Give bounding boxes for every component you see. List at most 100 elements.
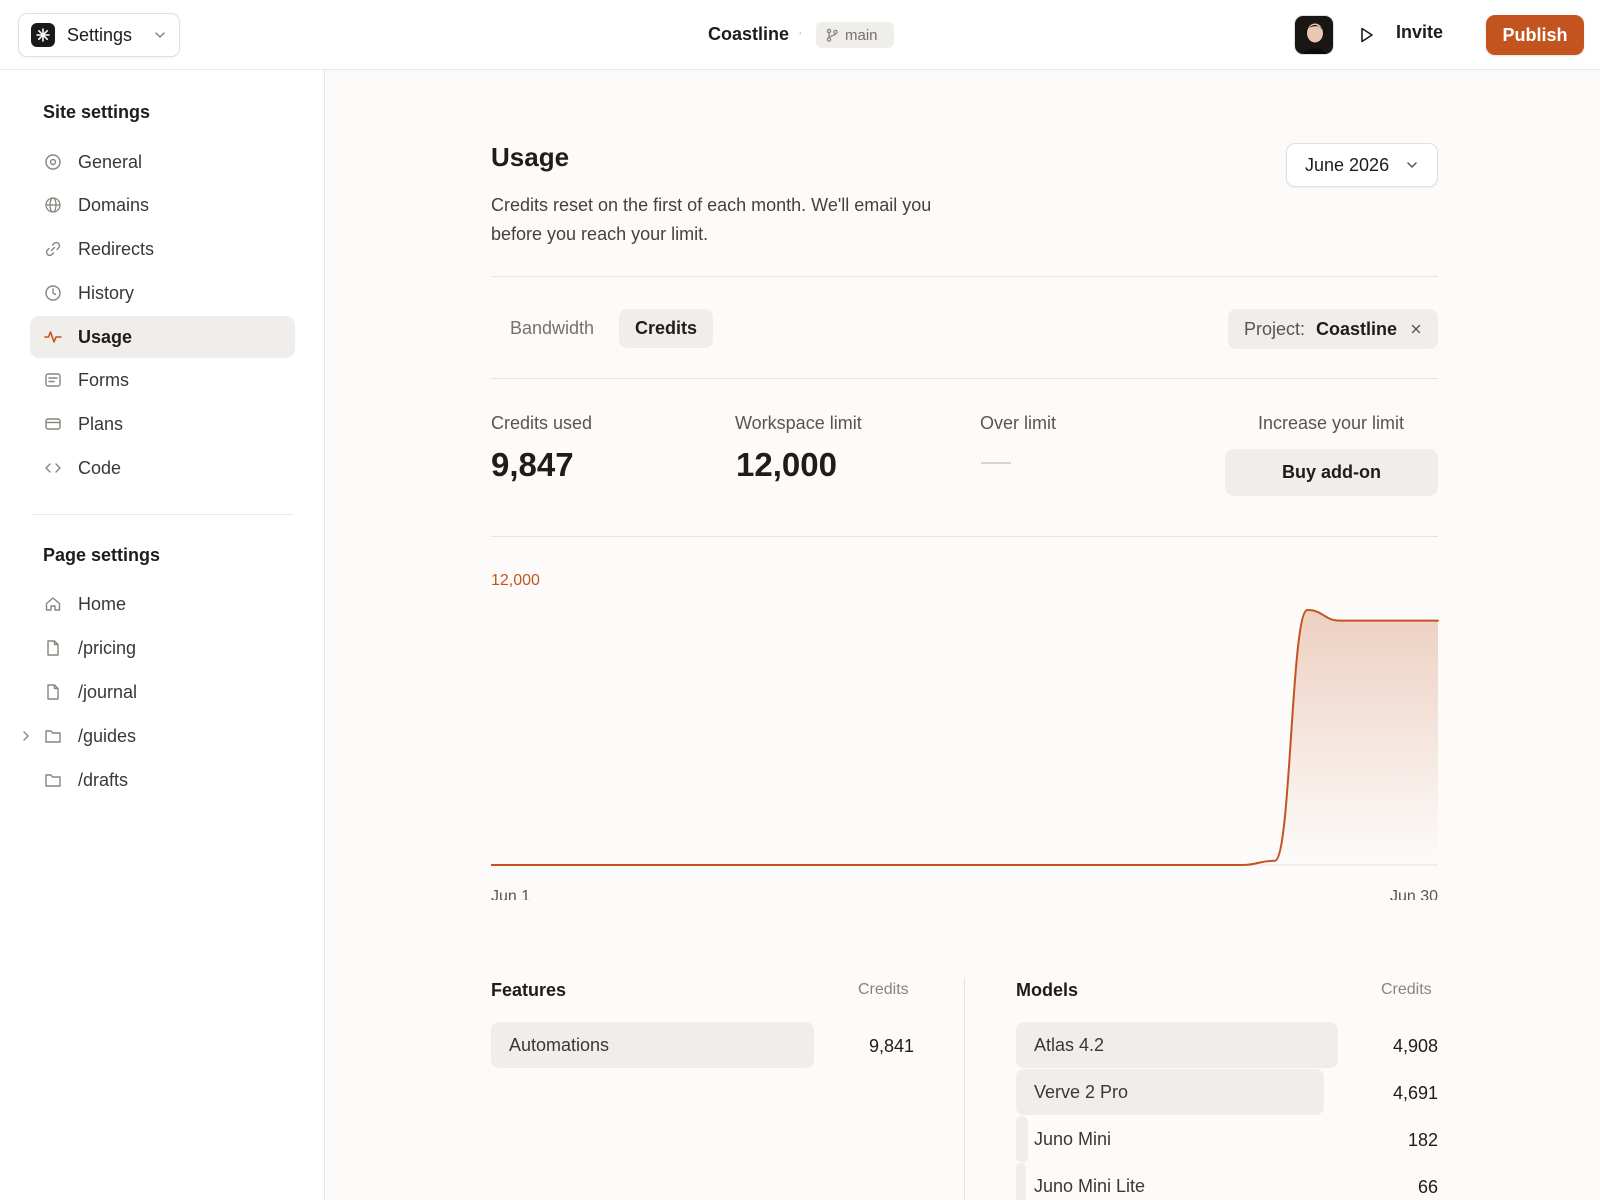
row-label: Juno Mini Lite bbox=[1034, 1176, 1146, 1196]
divider bbox=[491, 378, 1438, 379]
over-limit-empty-value bbox=[981, 462, 1011, 464]
sidebar-item-label: /journal bbox=[78, 681, 138, 702]
credits-used-value: 9,847 bbox=[491, 446, 574, 483]
publish-button[interactable]: Publish bbox=[1486, 15, 1584, 55]
home-icon bbox=[44, 595, 62, 613]
credits-chart: 12,000 Jun 1 Jun 30 bbox=[491, 560, 1439, 900]
month-select[interactable]: June 2026 bbox=[1286, 143, 1438, 187]
tab-credits[interactable]: Credits bbox=[619, 309, 713, 348]
sidebar-page-guides[interactable]: /guides bbox=[30, 715, 295, 757]
credits-chart-svg: 12,000 Jun 1 Jun 30 bbox=[491, 572, 1439, 900]
sidebar-page-journal[interactable]: /journal bbox=[30, 671, 295, 713]
tab-bandwidth[interactable]: Bandwidth bbox=[491, 309, 613, 348]
chevron-down-icon bbox=[1407, 162, 1417, 168]
column-divider bbox=[964, 978, 965, 1200]
link-icon bbox=[44, 240, 62, 258]
table-row[interactable]: Juno Mini bbox=[1016, 1116, 1338, 1162]
file-icon bbox=[44, 683, 62, 701]
sidebar-item-history[interactable]: History bbox=[30, 272, 295, 314]
table-row[interactable]: Automations bbox=[491, 1022, 814, 1068]
row-label: Atlas 4.2 bbox=[1034, 1035, 1105, 1055]
sidebar-page-drafts[interactable]: /drafts bbox=[30, 759, 295, 801]
sidebar-item-label: /drafts bbox=[78, 769, 129, 790]
page-settings-heading: Page settings bbox=[43, 545, 161, 565]
month-select-value: June 2026 bbox=[1305, 154, 1390, 175]
sidebar-item-domains[interactable]: Domains bbox=[30, 184, 295, 226]
sidebar-item-label: History bbox=[78, 282, 135, 303]
row-value: 66 bbox=[1417, 1177, 1438, 1197]
row-value: 9,841 bbox=[868, 1036, 914, 1056]
row-value: 4,691 bbox=[1392, 1083, 1438, 1103]
avatar[interactable] bbox=[1294, 15, 1334, 55]
workspace-limit-label: Workspace limit bbox=[735, 413, 862, 433]
top-bar: Settings Coastline · main Invite Publish bbox=[0, 0, 1600, 70]
credits-used-label: Credits used bbox=[491, 413, 593, 433]
sidebar-item-general[interactable]: General bbox=[30, 141, 295, 183]
globe-icon bbox=[44, 196, 62, 214]
sidebar-item-redirects[interactable]: Redirects bbox=[30, 228, 295, 270]
code-icon bbox=[44, 459, 62, 477]
sidebar-item-usage[interactable]: Usage bbox=[30, 316, 295, 358]
table-row[interactable]: Atlas 4.2 bbox=[1016, 1022, 1338, 1068]
row-label: Verve 2 Pro bbox=[1034, 1082, 1129, 1102]
sidebar-item-label: Redirects bbox=[78, 238, 155, 259]
branch-name: main bbox=[845, 26, 878, 44]
project-filter-chip[interactable]: Project: Coastline bbox=[1228, 309, 1438, 349]
sidebar-page-pricing[interactable]: /pricing bbox=[30, 627, 295, 669]
usage-share-bar bbox=[1016, 1116, 1028, 1162]
card-icon bbox=[44, 415, 62, 433]
project-filter-value: Coastline bbox=[1316, 318, 1398, 339]
divider bbox=[491, 536, 1438, 537]
table-row[interactable]: Verve 2 Pro bbox=[1016, 1069, 1338, 1115]
sidebar: Site settings General Domains Redirects … bbox=[0, 70, 325, 1200]
workspace-limit-value: 12,000 bbox=[736, 446, 837, 483]
sidebar-item-label: Home bbox=[78, 593, 127, 614]
sidebar-item-forms[interactable]: Forms bbox=[30, 359, 295, 401]
settings-label: Settings bbox=[67, 24, 133, 45]
row-value: 4,908 bbox=[1392, 1036, 1438, 1056]
row-label: Automations bbox=[509, 1035, 610, 1055]
sidebar-page-home[interactable]: Home bbox=[30, 583, 295, 625]
folder-icon bbox=[44, 771, 62, 789]
usage-share-bar bbox=[1016, 1163, 1026, 1200]
file-icon bbox=[44, 639, 62, 657]
gear-circle-icon bbox=[44, 153, 62, 171]
close-icon[interactable] bbox=[1410, 323, 1422, 335]
models-heading: Models bbox=[1016, 980, 1079, 1000]
title-separator: · bbox=[798, 24, 803, 40]
sidebar-item-label: /guides bbox=[78, 725, 137, 746]
preview-play-icon[interactable] bbox=[1355, 24, 1377, 46]
sidebar-item-code[interactable]: Code bbox=[30, 447, 295, 489]
sidebar-item-label: Plans bbox=[78, 413, 124, 434]
activity-icon bbox=[44, 328, 62, 346]
branch-chip[interactable]: main bbox=[816, 22, 894, 48]
site-settings-heading: Site settings bbox=[43, 102, 151, 122]
sidebar-item-label: General bbox=[78, 151, 143, 172]
sidebar-item-label: Forms bbox=[78, 369, 129, 390]
app-logo-icon bbox=[31, 23, 55, 47]
sidebar-item-label: /pricing bbox=[78, 637, 137, 658]
over-limit-label: Over limit bbox=[980, 413, 1056, 433]
page-title: Usage bbox=[491, 142, 570, 172]
clock-icon bbox=[44, 284, 62, 302]
features-column-header: Credits bbox=[858, 981, 909, 998]
limit-label: 12,000 bbox=[491, 572, 540, 589]
row-value: 182 bbox=[1407, 1130, 1438, 1150]
project-name: Coastline bbox=[708, 24, 790, 44]
settings-menu-button[interactable]: Settings bbox=[18, 13, 180, 57]
usage-area bbox=[491, 610, 1438, 865]
row-label: Juno Mini bbox=[1034, 1129, 1112, 1149]
sidebar-item-plans[interactable]: Plans bbox=[30, 403, 295, 445]
form-icon bbox=[44, 371, 62, 389]
sidebar-divider bbox=[32, 514, 293, 515]
folder-icon bbox=[44, 727, 62, 745]
table-row[interactable]: Juno Mini Lite bbox=[1016, 1163, 1338, 1200]
models-column-header: Credits bbox=[1381, 981, 1432, 998]
x-tick-label: Jun 1 bbox=[491, 888, 530, 900]
sidebar-item-label: Usage bbox=[78, 326, 133, 347]
divider bbox=[491, 276, 1438, 277]
invite-button[interactable]: Invite bbox=[1396, 22, 1443, 43]
buy-add-on-button[interactable]: Buy add-on bbox=[1225, 449, 1438, 496]
x-tick-label: Jun 30 bbox=[1390, 888, 1438, 900]
page-description: Credits reset on the first of each month… bbox=[491, 195, 932, 244]
